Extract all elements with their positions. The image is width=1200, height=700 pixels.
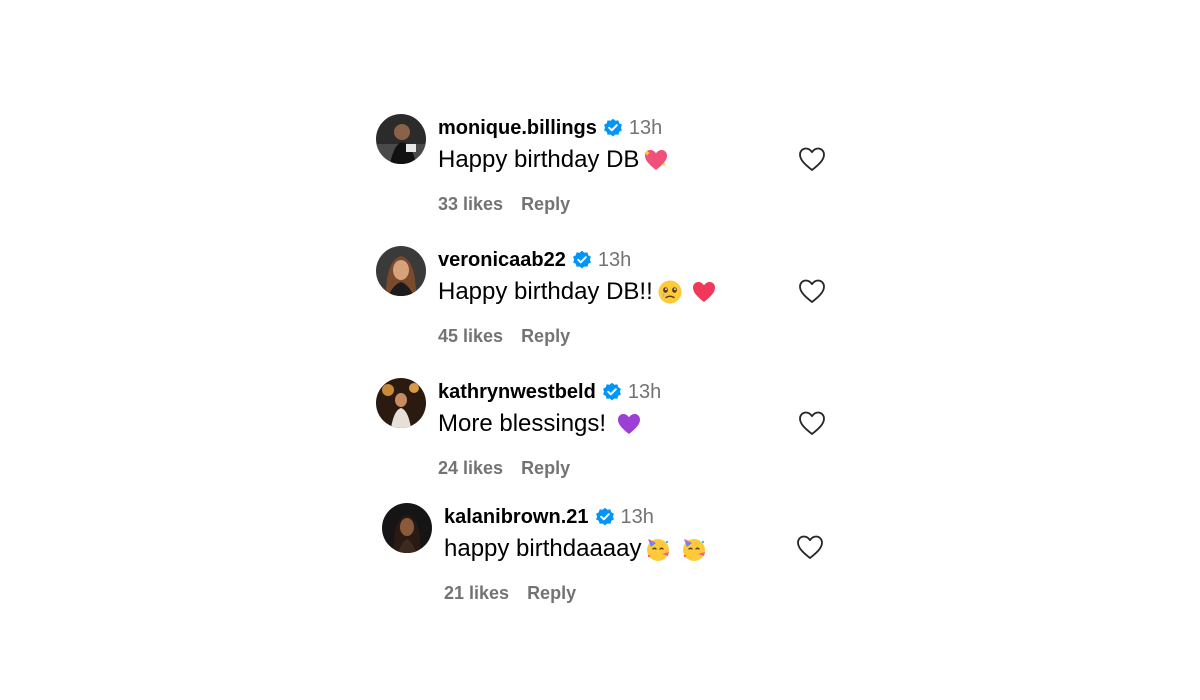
likes-count[interactable]: 45 likes xyxy=(438,326,503,347)
username[interactable]: veronicaab22 xyxy=(438,249,566,272)
likes-count[interactable]: 21 likes xyxy=(444,583,509,604)
comment-item: veronicaab22 13h Happy birthday DB!! 45 … xyxy=(376,246,836,356)
username[interactable]: monique.billings xyxy=(438,117,597,140)
comments-list: monique.billings 13h Happy birthday DB 3… xyxy=(0,0,1200,700)
avatar[interactable] xyxy=(376,246,426,296)
comment-text: More blessings! xyxy=(438,410,607,437)
likes-count[interactable]: 33 likes xyxy=(438,194,503,215)
verified-badge-icon xyxy=(602,382,622,402)
like-heart-icon[interactable] xyxy=(798,146,826,172)
reply-button[interactable]: Reply xyxy=(527,583,576,604)
comment-text: happy birthdaaaay xyxy=(444,535,642,562)
avatar[interactable] xyxy=(376,114,426,164)
comment-item: kalanibrown.21 13h happy birthdaaaay 21 … xyxy=(382,503,842,613)
comment-item: kathrynwestbeld 13h More blessings! 24 l… xyxy=(376,378,836,488)
purple-heart-emoji-icon xyxy=(616,411,642,437)
timestamp: 13h xyxy=(597,248,632,271)
verified-badge-icon xyxy=(603,118,623,138)
username[interactable]: kathrynwestbeld xyxy=(438,381,596,404)
username[interactable]: kalanibrown.21 xyxy=(444,506,589,529)
avatar[interactable] xyxy=(376,378,426,428)
avatar[interactable] xyxy=(382,503,432,553)
timestamp: 13h xyxy=(620,505,654,528)
timestamp: 13h xyxy=(628,116,663,139)
sparkling-heart-emoji-icon xyxy=(643,147,669,173)
comment-item: monique.billings 13h Happy birthday DB 3… xyxy=(376,114,836,224)
comment-text: Happy birthday DB xyxy=(438,146,640,173)
partying-face-emoji-icon xyxy=(645,536,671,562)
reply-button[interactable]: Reply xyxy=(521,326,570,347)
reply-button[interactable]: Reply xyxy=(521,458,570,479)
face-holding-back-tears-emoji-icon xyxy=(657,279,683,305)
reply-button[interactable]: Reply xyxy=(521,194,570,215)
like-heart-icon[interactable] xyxy=(796,534,824,560)
like-heart-icon[interactable] xyxy=(798,278,826,304)
verified-badge-icon xyxy=(572,250,592,270)
comment-text: Happy birthday DB!! xyxy=(438,278,653,305)
partying-face-emoji-icon xyxy=(681,536,707,562)
red-heart-emoji-icon xyxy=(691,279,717,305)
verified-badge-icon xyxy=(595,507,615,527)
timestamp: 13h xyxy=(627,380,662,403)
like-heart-icon[interactable] xyxy=(798,410,826,436)
likes-count[interactable]: 24 likes xyxy=(438,458,503,479)
